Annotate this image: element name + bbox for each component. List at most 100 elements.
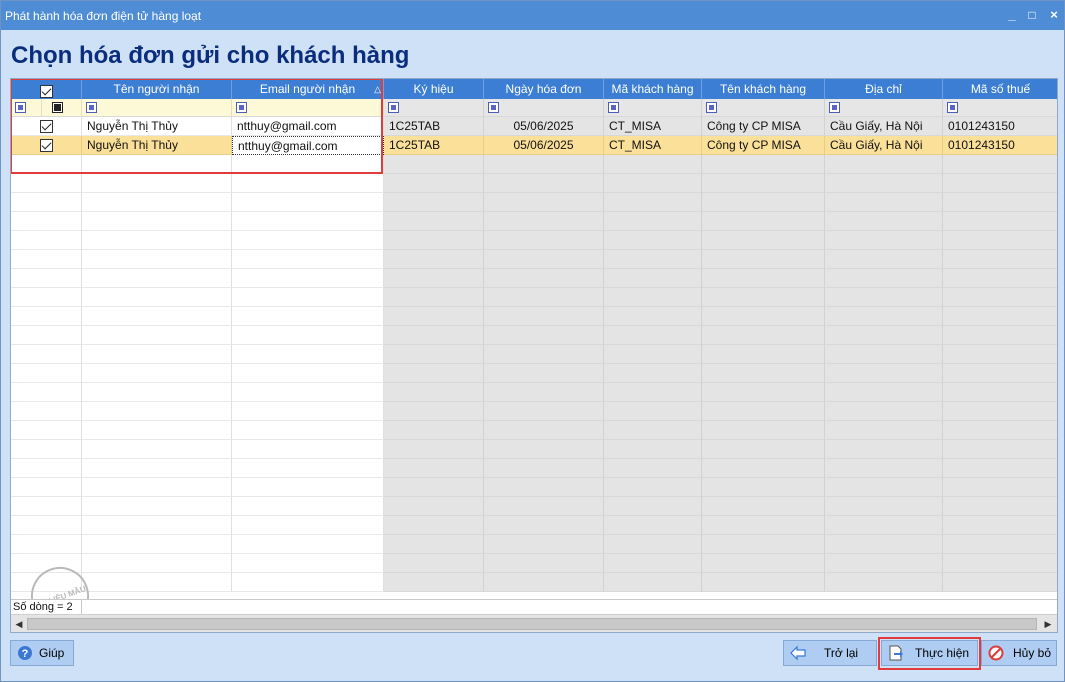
empty-cell: [604, 364, 702, 383]
header-customer-code[interactable]: Mã khách hàng: [604, 79, 702, 99]
empty-cell: [384, 535, 484, 554]
empty-cell: [232, 383, 384, 402]
empty-cell: [604, 478, 702, 497]
empty-cell: [702, 440, 825, 459]
empty-cell: [604, 421, 702, 440]
empty-cell: [825, 383, 943, 402]
empty-cell: [484, 307, 604, 326]
empty-cell: [943, 535, 1057, 554]
empty-cell: [11, 212, 82, 231]
help-button[interactable]: ? Giúp: [10, 640, 74, 666]
empty-cell: [702, 307, 825, 326]
empty-cell: [384, 554, 484, 573]
scroll-thumb[interactable]: [27, 618, 1037, 630]
header-tax-code[interactable]: Mã số thuế: [943, 79, 1057, 99]
empty-cell: [384, 478, 484, 497]
empty-cell: [232, 535, 384, 554]
horizontal-scrollbar[interactable]: ◀ ▶: [11, 614, 1057, 632]
header-customer-name[interactable]: Tên khách hàng: [702, 79, 825, 99]
empty-cell: [384, 421, 484, 440]
empty-cell: [384, 231, 484, 250]
empty-cell: [484, 193, 604, 212]
empty-cell: [11, 326, 82, 345]
empty-cell: [604, 402, 702, 421]
invoice-date-cell: 05/06/2025: [484, 136, 604, 155]
empty-cell: [384, 250, 484, 269]
back-button[interactable]: Trở lại: [783, 640, 877, 666]
customer-name-cell: Công ty CP MISA: [702, 136, 825, 155]
empty-cell: [82, 231, 232, 250]
customer-name-cell: Công ty CP MISA: [702, 117, 825, 136]
empty-cell: [484, 212, 604, 231]
filter-icon: [488, 102, 499, 113]
empty-cell: [702, 516, 825, 535]
empty-cell: [943, 516, 1057, 535]
empty-cell: [82, 402, 232, 421]
empty-cell: [82, 440, 232, 459]
empty-cell: [825, 516, 943, 535]
empty-cell: [604, 440, 702, 459]
row-count-footer: Số dòng = 2: [11, 599, 1057, 614]
filter-cell[interactable]: [484, 99, 604, 117]
empty-cell: [943, 440, 1057, 459]
empty-cell: [604, 554, 702, 573]
empty-cell: [232, 269, 384, 288]
empty-cell: [232, 307, 384, 326]
empty-cell: [384, 345, 484, 364]
filter-icon: [947, 102, 958, 113]
scroll-left-icon[interactable]: ◀: [12, 617, 26, 631]
close-button[interactable]: ×: [1045, 5, 1063, 25]
header-address[interactable]: Địa chỉ: [825, 79, 943, 99]
empty-cell: [82, 516, 232, 535]
filter-cell[interactable]: [943, 99, 1057, 117]
symbol-cell: 1C25TAB: [384, 136, 484, 155]
empty-cell: [484, 459, 604, 478]
empty-cell: [484, 573, 604, 592]
empty-cell: [384, 383, 484, 402]
minimize-button[interactable]: _: [1003, 5, 1021, 25]
empty-cell: [943, 326, 1057, 345]
back-label: Trở lại: [824, 646, 859, 660]
empty-cell: [604, 516, 702, 535]
empty-cell: [604, 497, 702, 516]
empty-cell: [11, 440, 82, 459]
empty-cell: [384, 193, 484, 212]
empty-cell: [702, 345, 825, 364]
filter-cell[interactable]: [384, 99, 484, 117]
empty-cell: [484, 345, 604, 364]
empty-cell: [943, 269, 1057, 288]
empty-cell: [82, 307, 232, 326]
empty-cell: [825, 402, 943, 421]
empty-cell: [384, 516, 484, 535]
back-arrow-icon: [790, 645, 806, 661]
customer-code-cell: CT_MISA: [604, 117, 702, 136]
empty-cell: [943, 554, 1057, 573]
scroll-right-icon[interactable]: ▶: [1041, 617, 1055, 631]
empty-cell: [484, 440, 604, 459]
empty-cell: [484, 155, 604, 174]
filter-cell[interactable]: [825, 99, 943, 117]
filter-cell[interactable]: [604, 99, 702, 117]
empty-cell: [11, 288, 82, 307]
filter-icon: [388, 102, 399, 113]
empty-cell: [232, 193, 384, 212]
filter-cell[interactable]: [702, 99, 825, 117]
header-invoice-date[interactable]: Ngày hóa đơn: [484, 79, 604, 99]
empty-cell: [11, 364, 82, 383]
maximize-button[interactable]: □: [1023, 5, 1041, 25]
header-symbol[interactable]: Ký hiệu: [384, 79, 484, 99]
empty-cell: [11, 459, 82, 478]
empty-cell: [484, 269, 604, 288]
cancel-button[interactable]: Hủy bỏ: [981, 640, 1057, 666]
dialog-window: Phát hành hóa đơn điện tử hàng loạt _ □ …: [0, 0, 1065, 682]
empty-cell: [825, 554, 943, 573]
empty-cell: [82, 326, 232, 345]
empty-cell: [825, 535, 943, 554]
empty-cell: [384, 212, 484, 231]
empty-cell: [702, 459, 825, 478]
empty-cell: [232, 554, 384, 573]
empty-cell: [82, 497, 232, 516]
empty-cell: [604, 573, 702, 592]
empty-cell: [232, 326, 384, 345]
symbol-cell: 1C25TAB: [384, 117, 484, 136]
